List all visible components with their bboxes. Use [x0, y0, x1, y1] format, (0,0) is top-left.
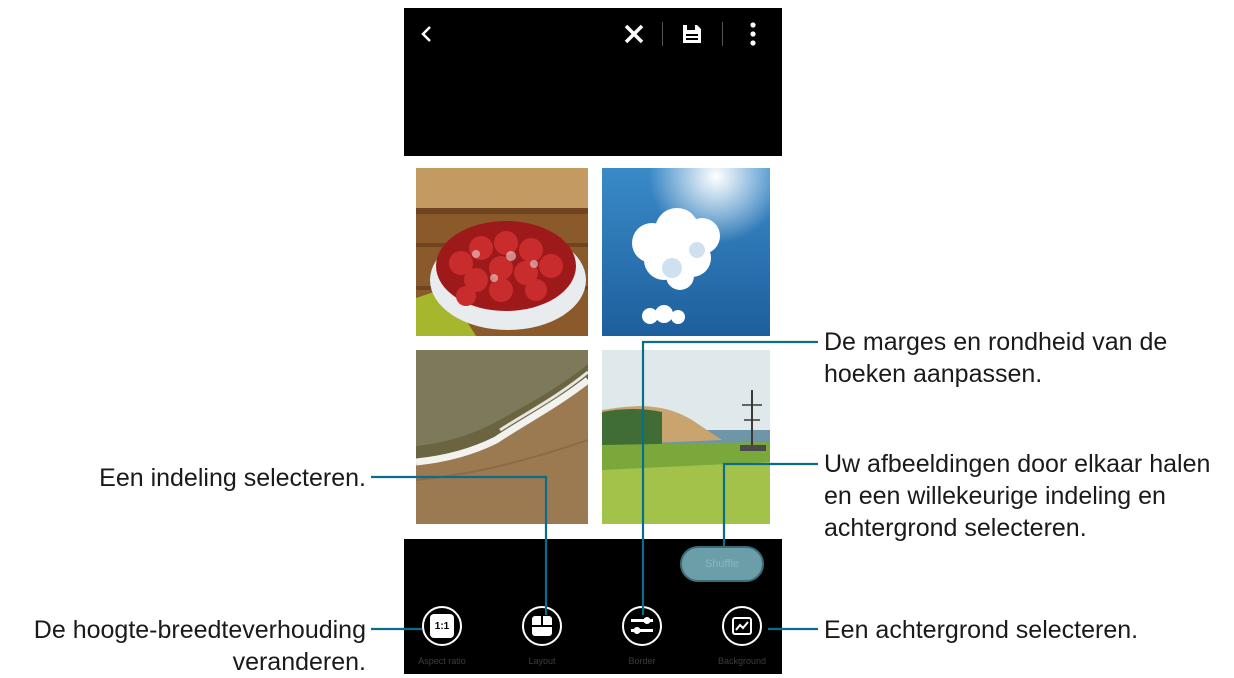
leader-line-layout	[371, 475, 548, 615]
annotation-shuffle: Uw afbeeldingen door elkaar halen en een…	[824, 450, 1211, 542]
leader-line-border	[641, 340, 818, 615]
leader-line-shuffle	[722, 462, 818, 546]
annotation-background: Een achtergrond selecteren.	[824, 616, 1139, 644]
annotation-aspect-ratio: De hoogte-breedteverhouding veranderen.	[33, 616, 366, 676]
annotation-layout: Een indeling selecteren.	[99, 464, 366, 492]
annotation-border: De marges en rondheid van de hoeken aanp…	[824, 328, 1168, 388]
